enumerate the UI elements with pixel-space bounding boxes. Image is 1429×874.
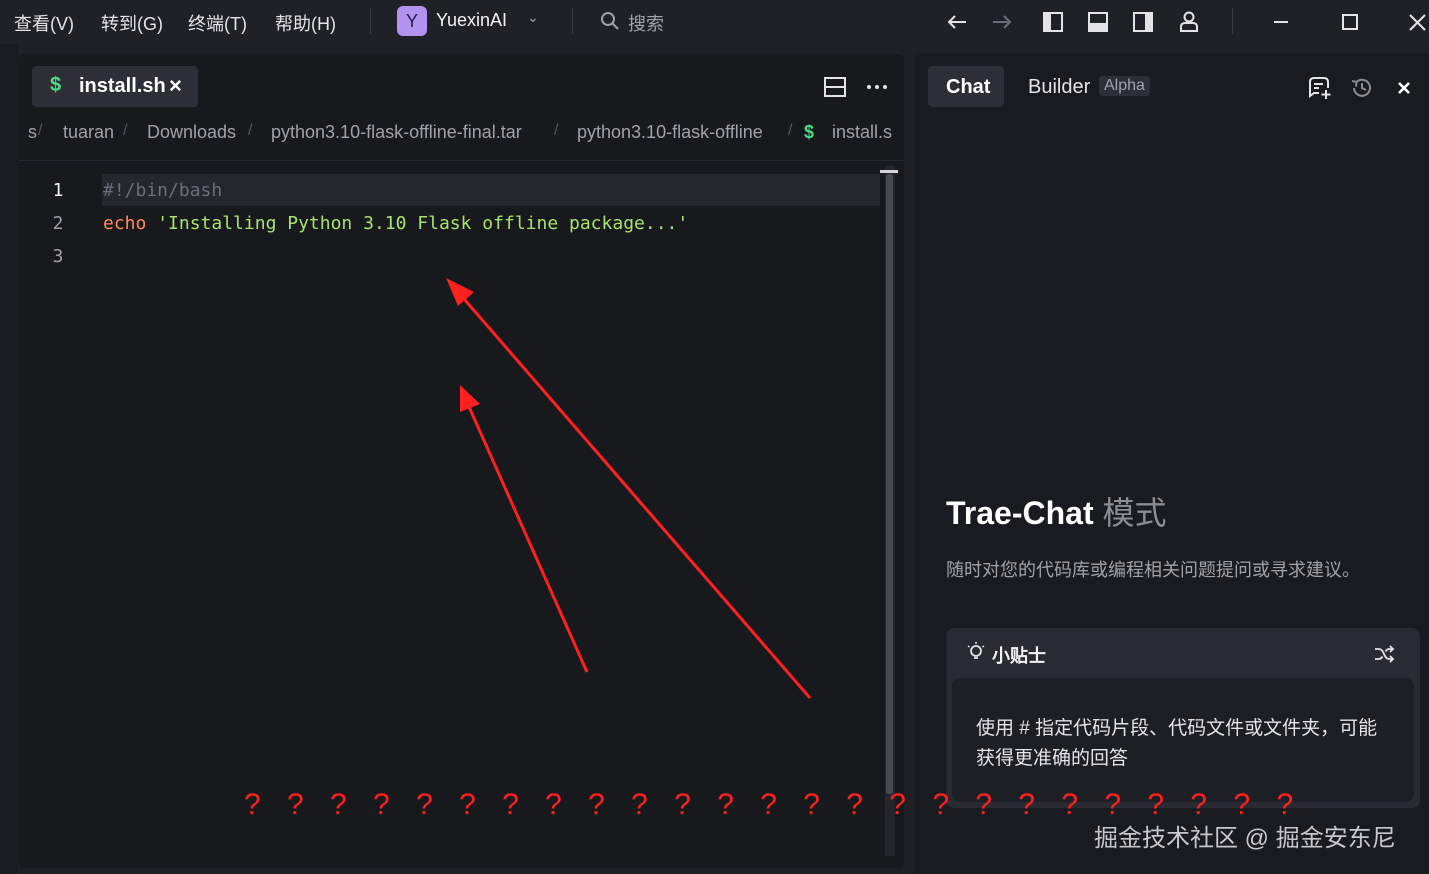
line-number: 2 <box>52 213 64 234</box>
chat-mode-suffix: 模式 <box>1102 495 1167 531</box>
shell-file-icon: $ <box>804 122 815 142</box>
tab-builder[interactable]: Builder <box>1028 76 1090 99</box>
back-arrow-icon[interactable] <box>944 9 970 35</box>
tab-chat-label: Chat <box>946 76 991 98</box>
code-line[interactable]: echo 'Installing Python 3.10 Flask offli… <box>103 213 688 234</box>
menu-help[interactable]: 帮助(H) <box>275 10 336 36</box>
breadcrumb: s / tuaran / Downloads / python3.10-flas… <box>18 120 904 150</box>
code-line[interactable]: #!/bin/bash <box>103 180 222 201</box>
breadcrumb-separator: / <box>123 122 128 139</box>
breadcrumb-item[interactable]: tuaran <box>63 122 114 143</box>
more-actions-icon[interactable] <box>864 74 890 100</box>
chevron-down-icon[interactable]: ⌄ <box>527 9 539 26</box>
line-number: 3 <box>52 246 64 267</box>
editor-tab-install-sh[interactable]: $ install.sh × <box>32 66 198 107</box>
breadcrumb-item[interactable]: s <box>28 122 37 143</box>
tips-title: 小贴士 <box>992 646 1046 666</box>
project-avatar[interactable]: Y <box>397 6 427 36</box>
tab-label: install.sh <box>79 75 166 97</box>
watermark: 掘金技术社区 @ 掘金安东尼 <box>1094 825 1396 852</box>
menu-terminal[interactable]: 终端(T) <box>188 10 247 36</box>
toggle-bottom-panel-icon[interactable] <box>1085 9 1111 35</box>
account-icon[interactable] <box>1176 9 1202 35</box>
divider <box>18 160 904 161</box>
search-icon[interactable] <box>600 11 620 31</box>
tab-close-icon[interactable]: × <box>169 73 182 99</box>
breadcrumb-separator: / <box>248 122 253 139</box>
chat-mode-title: Trae-Chat 模式 <box>946 488 1167 534</box>
tips-body: 使用 # 指定代码片段、代码文件或文件夹，可能获得更准确的回答 <box>952 678 1414 802</box>
search-input[interactable]: 搜索 <box>628 10 664 36</box>
editor-panel: $ install.sh × s / tuaran / Downloads / … <box>18 54 904 868</box>
divider <box>572 8 573 34</box>
forward-arrow-icon[interactable] <box>989 9 1015 35</box>
tips-card: 小贴士 使用 # 指定代码片段、代码文件或文件夹，可能获得更准确的回答 <box>946 628 1420 808</box>
code-string: 'Installing Python 3.10 Flask offline pa… <box>157 213 689 234</box>
menu-view[interactable]: 查看(V) <box>14 10 74 36</box>
chat-mode-name: Trae-Chat <box>946 495 1094 531</box>
line-number: 1 <box>52 180 64 201</box>
breadcrumb-separator: / <box>788 122 793 139</box>
breadcrumb-item[interactable]: python3.10-flask-offline-final.tar <box>271 122 522 143</box>
menu-goto[interactable]: 转到(G) <box>101 10 163 36</box>
activity-rail <box>0 44 18 874</box>
code-comment: #!/bin/bash <box>103 180 223 201</box>
maximize-icon[interactable] <box>1337 9 1363 35</box>
window-close-icon[interactable] <box>1403 9 1429 35</box>
scrollbar-position-marker <box>880 170 898 173</box>
toggle-left-panel-icon[interactable] <box>1040 9 1066 35</box>
project-name[interactable]: YuexinAI <box>436 10 507 31</box>
close-panel-icon[interactable] <box>1390 74 1418 102</box>
shuffle-icon[interactable] <box>1372 642 1396 666</box>
scrollbar-thumb[interactable] <box>886 174 893 794</box>
tab-chat[interactable]: Chat <box>928 66 1004 107</box>
toggle-right-panel-icon[interactable] <box>1130 9 1156 35</box>
divider <box>370 8 371 34</box>
breadcrumb-separator: / <box>38 122 43 139</box>
divider <box>1232 8 1233 34</box>
split-editor-icon[interactable] <box>822 74 848 100</box>
title-bar: 查看(V) 转到(G) 终端(T) 帮助(H) Y YuexinAI ⌄ 搜索 <box>0 0 1429 44</box>
question-marks-annotation: ? ? ? ? ? ? ? ? ? ? ? ? ? ? ? ? ? ? ? ? … <box>244 788 1303 821</box>
breadcrumb-file[interactable]: install.s <box>832 122 892 143</box>
shell-file-icon: $ <box>50 74 62 96</box>
breadcrumb-item[interactable]: Downloads <box>147 122 236 143</box>
tips-text: 使用 # 指定代码片段、代码文件或文件夹，可能获得更准确的回答 <box>976 718 1378 769</box>
code-keyword: echo <box>103 213 147 234</box>
breadcrumb-separator: / <box>554 122 559 139</box>
chat-description: 随时对您的代码库或编程相关问题提问或寻求建议。 <box>946 560 1360 580</box>
new-chat-icon[interactable] <box>1305 74 1333 102</box>
alpha-badge: Alpha <box>1099 76 1150 96</box>
lightbulb-icon <box>964 640 988 664</box>
breadcrumb-item[interactable]: python3.10-flask-offline <box>577 122 763 143</box>
history-icon[interactable] <box>1348 74 1376 102</box>
minimize-icon[interactable] <box>1268 9 1294 35</box>
chat-panel: Chat Builder Alpha Trae-Chat 模式 随时对您的代码库… <box>914 54 1429 874</box>
